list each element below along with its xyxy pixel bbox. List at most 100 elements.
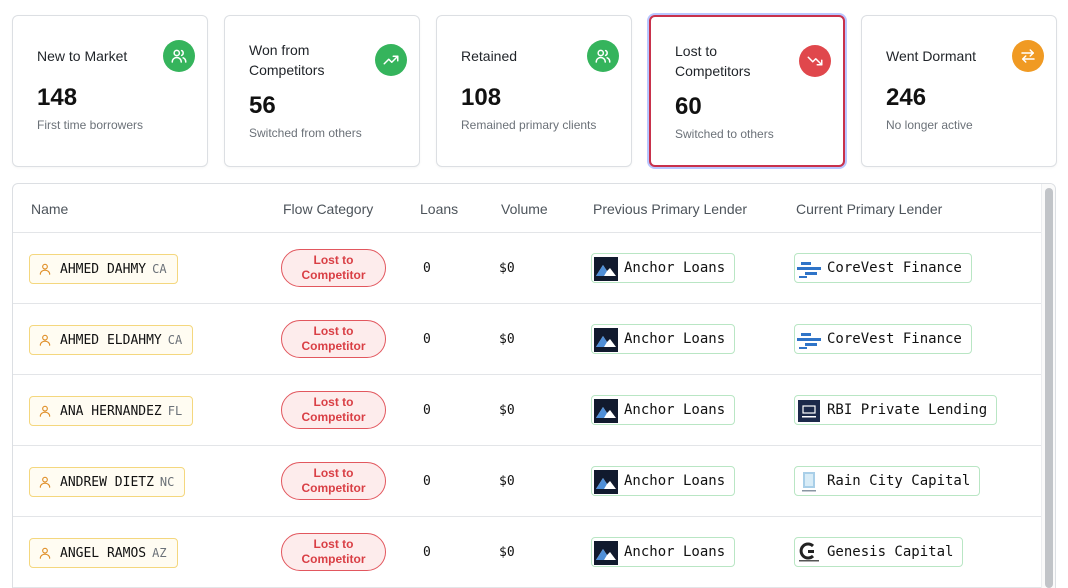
card-value: 56 xyxy=(249,92,276,119)
rbi-logo-icon xyxy=(798,400,820,422)
previous-lender-chip[interactable]: Anchor Loans xyxy=(591,324,736,354)
current-lender-name: RBI Private Lending xyxy=(827,402,988,418)
person-icon xyxy=(39,263,51,275)
current-lender-chip[interactable]: Rain City Capital xyxy=(794,466,981,496)
card-won-from-competitors[interactable]: Won from Competitors 56 Switched from ot… xyxy=(224,15,420,167)
table-row[interactable]: ANGEL RAMOS AZ Lost to Competitor 0 $0 A… xyxy=(13,517,1043,588)
loan-volume: $0 xyxy=(499,261,515,276)
borrower-name: ANA HERNANDEZ xyxy=(60,403,162,419)
loan-volume: $0 xyxy=(499,332,515,347)
column-header-loans[interactable]: Loans xyxy=(420,201,458,217)
loan-volume: $0 xyxy=(499,545,515,560)
borrower-name-chip[interactable]: AHMED DAHMY CA xyxy=(29,254,178,284)
table-row[interactable]: ANDREW DIETZ NC Lost to Competitor 0 $0 … xyxy=(13,446,1043,517)
person-icon xyxy=(39,476,51,488)
card-new-to-market[interactable]: New to Market 148 First time borrowers xyxy=(12,15,208,167)
column-header-flow-category[interactable]: Flow Category xyxy=(283,201,373,217)
previous-lender-chip[interactable]: Anchor Loans xyxy=(591,466,736,496)
anchor-loans-logo-icon xyxy=(594,257,618,281)
current-lender-name: CoreVest Finance xyxy=(827,260,962,276)
users-icon xyxy=(587,40,619,72)
flow-category-badge: Lost to Competitor xyxy=(281,249,386,287)
summary-cards: New to Market 148 First time borrowers W… xyxy=(12,15,1057,167)
loans-count: 0 xyxy=(423,474,431,489)
anchor-loans-logo-icon xyxy=(594,470,618,494)
loans-count: 0 xyxy=(423,332,431,347)
flow-category-badge: Lost to Competitor xyxy=(281,320,386,358)
person-icon xyxy=(39,547,51,559)
genesis-logo-icon xyxy=(799,542,819,562)
card-subtitle: Remained primary clients xyxy=(461,118,597,132)
card-title: Went Dormant xyxy=(886,48,976,64)
card-title: Lost to Competitors xyxy=(675,43,751,79)
borrower-name-chip[interactable]: ANA HERNANDEZ FL xyxy=(29,396,194,426)
borrower-state: CA xyxy=(152,262,167,276)
person-icon xyxy=(39,334,51,346)
card-subtitle: Switched from others xyxy=(249,126,362,140)
anchor-loans-logo-icon xyxy=(594,541,618,565)
corevest-logo-icon xyxy=(797,262,821,278)
card-subtitle: Switched to others xyxy=(675,127,774,141)
table-row[interactable]: AHMED ELDAHMY CA Lost to Competitor 0 $0… xyxy=(13,304,1043,375)
card-value: 148 xyxy=(37,84,78,111)
borrower-name: AHMED DAHMY xyxy=(60,261,147,277)
borrower-state: FL xyxy=(167,404,183,418)
previous-lender-name: Anchor Loans xyxy=(624,544,726,560)
previous-lender-name: Anchor Loans xyxy=(624,473,726,489)
previous-lender-chip[interactable]: Anchor Loans xyxy=(591,395,736,425)
swap-arrows-icon xyxy=(1012,40,1044,72)
loans-count: 0 xyxy=(423,403,431,418)
flow-category-badge: Lost to Competitor xyxy=(281,462,386,500)
current-lender-chip[interactable]: CoreVest Finance xyxy=(794,253,972,283)
borrower-name-chip[interactable]: ANDREW DIETZ NC xyxy=(29,467,186,497)
card-title: Retained xyxy=(461,48,518,64)
corevest-logo-icon xyxy=(797,333,821,349)
card-value: 246 xyxy=(886,84,927,111)
borrower-state: NC xyxy=(159,475,175,489)
card-value: 108 xyxy=(461,84,502,111)
card-went-dormant[interactable]: Went Dormant 246 No longer active xyxy=(861,15,1057,167)
borrower-name: ANDREW DIETZ xyxy=(60,474,154,490)
anchor-loans-logo-icon xyxy=(594,328,618,352)
person-icon xyxy=(39,405,51,417)
previous-lender-chip[interactable]: Anchor Loans xyxy=(591,537,736,567)
current-lender-chip[interactable]: CoreVest Finance xyxy=(794,324,972,354)
table-header: Name Flow Category Loans Volume Previous… xyxy=(13,184,1043,233)
card-retained[interactable]: Retained 108 Remained primary clients xyxy=(436,15,632,167)
column-header-current-lender[interactable]: Current Primary Lender xyxy=(796,201,942,217)
rain-city-logo-icon xyxy=(802,472,816,492)
flow-category-badge: Lost to Competitor xyxy=(281,391,386,429)
current-lender-name: CoreVest Finance xyxy=(827,331,962,347)
flow-category-badge: Lost to Competitor xyxy=(281,533,386,571)
column-header-previous-lender[interactable]: Previous Primary Lender xyxy=(593,201,747,217)
previous-lender-name: Anchor Loans xyxy=(624,331,726,347)
borrower-name-chip[interactable]: ANGEL RAMOS AZ xyxy=(29,538,178,568)
borrower-state: CA xyxy=(167,333,183,347)
previous-lender-name: Anchor Loans xyxy=(624,402,726,418)
users-icon xyxy=(163,40,195,72)
table-row[interactable]: AHMED DAHMY CA Lost to Competitor 0 $0 A… xyxy=(13,233,1043,304)
loan-volume: $0 xyxy=(499,403,515,418)
current-lender-chip[interactable]: RBI Private Lending xyxy=(794,395,998,425)
loans-count: 0 xyxy=(423,545,431,560)
trending-up-icon xyxy=(375,44,407,76)
card-subtitle: No longer active xyxy=(886,118,973,132)
table-scrollbar[interactable] xyxy=(1041,184,1055,588)
table-row[interactable]: ANA HERNANDEZ FL Lost to Competitor 0 $0… xyxy=(13,375,1043,446)
column-header-volume[interactable]: Volume xyxy=(501,201,548,217)
anchor-loans-logo-icon xyxy=(594,399,618,423)
scrollbar-thumb[interactable] xyxy=(1045,188,1053,588)
current-lender-name: Genesis Capital xyxy=(827,544,954,560)
borrower-name: ANGEL RAMOS xyxy=(60,545,147,561)
current-lender-chip[interactable]: Genesis Capital xyxy=(794,537,964,567)
current-lender-name: Rain City Capital xyxy=(827,473,971,489)
card-title: Won from Competitors xyxy=(249,42,325,78)
previous-lender-chip[interactable]: Anchor Loans xyxy=(591,253,736,283)
card-title: New to Market xyxy=(37,48,128,64)
card-lost-to-competitors[interactable]: Lost to Competitors 60 Switched to other… xyxy=(649,15,845,167)
borrower-name-chip[interactable]: AHMED ELDAHMY CA xyxy=(29,325,194,355)
loans-count: 0 xyxy=(423,261,431,276)
column-header-name[interactable]: Name xyxy=(31,201,68,217)
previous-lender-name: Anchor Loans xyxy=(624,260,726,276)
borrower-state: AZ xyxy=(152,546,167,560)
